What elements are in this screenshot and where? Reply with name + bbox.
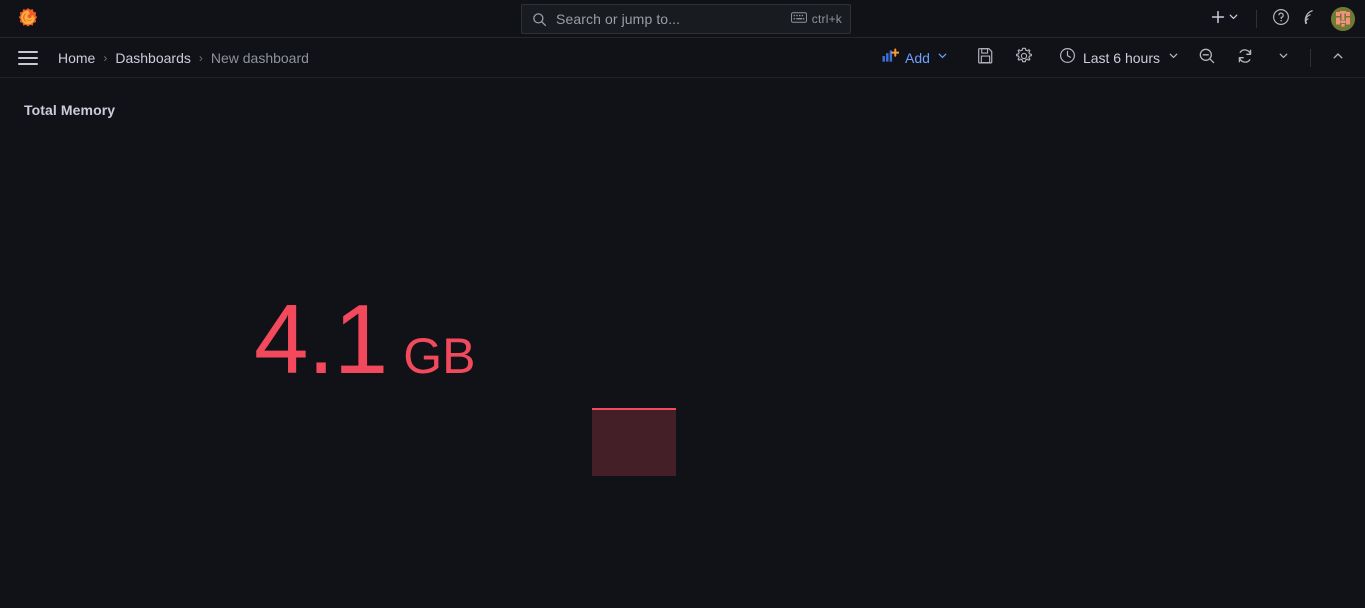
user-avatar[interactable]: [1331, 7, 1355, 31]
top-navigation-bar: Search or jump to... ctrl+k: [0, 0, 1365, 38]
breadcrumb-item-dashboards[interactable]: Dashboards: [115, 50, 191, 66]
stat-unit: GB: [403, 328, 476, 384]
hamburger-line: [18, 62, 38, 65]
time-range-label: Last 6 hours: [1082, 50, 1160, 66]
create-new-button[interactable]: [1204, 5, 1246, 33]
hamburger-line: [18, 56, 38, 59]
toolbar-divider: [1310, 49, 1311, 67]
refresh-dashboard-button[interactable]: [1230, 43, 1260, 73]
grafana-logo-button[interactable]: [0, 0, 56, 38]
search-shortcut-label: ctrl+k: [811, 12, 842, 26]
keyboard-icon: [790, 12, 807, 26]
breadcrumb-separator: ›: [103, 50, 108, 65]
add-panel-label: Add: [905, 50, 930, 66]
breadcrumb-item-current: New dashboard: [210, 49, 309, 66]
chevron-up-icon: [1331, 49, 1345, 68]
toolbar-actions: Add Last 6 hours: [874, 38, 1357, 78]
chevron-down-icon: [936, 49, 949, 67]
breadcrumb-item-home[interactable]: Home: [58, 50, 95, 66]
help-button[interactable]: [1267, 5, 1295, 33]
stat-value: 4.1: [254, 284, 388, 394]
gear-icon: [1015, 47, 1033, 70]
breadcrumb: Home › Dashboards › New dashboard: [58, 50, 309, 66]
zoom-out-icon: [1198, 47, 1216, 70]
topnav-divider: [1256, 10, 1257, 28]
clock-icon: [1059, 47, 1076, 69]
news-button[interactable]: [1295, 5, 1323, 33]
add-panel-button[interactable]: Add: [874, 44, 957, 72]
chevron-down-icon: [1167, 49, 1180, 67]
breadcrumb-separator: ›: [198, 50, 203, 65]
dashboard-settings-button[interactable]: [1009, 43, 1039, 73]
hamburger-line: [18, 50, 38, 53]
rss-news-icon: [1300, 8, 1318, 31]
plus-icon: [1210, 9, 1226, 30]
search-input-box[interactable]: Search or jump to... ctrl+k: [521, 4, 851, 34]
zoom-out-time-button[interactable]: [1192, 43, 1222, 73]
stat-sparkline-graph: [592, 408, 676, 476]
add-panel-icon: [882, 48, 900, 69]
dashboard-toolbar: Home › Dashboards › New dashboard Add La…: [0, 38, 1365, 78]
time-range-picker[interactable]: Last 6 hours: [1051, 44, 1188, 72]
save-disk-icon: [977, 47, 994, 69]
stat-panel-body: 4.1 GB: [0, 86, 1365, 608]
chevron-down-icon: [1277, 49, 1290, 67]
refresh-icon: [1236, 47, 1254, 70]
top-navigation-actions: [1204, 0, 1355, 38]
refresh-interval-dropdown[interactable]: [1268, 43, 1298, 73]
grafana-logo-icon: [17, 7, 39, 30]
grafana-app: Search or jump to... ctrl+k Home › Dashb…: [0, 0, 1365, 608]
search-input[interactable]: Search or jump to...: [556, 11, 791, 27]
collapse-toolbar-button[interactable]: [1323, 43, 1353, 73]
search-shortcut-badge: ctrl+k: [790, 12, 842, 26]
stat-value-container: 4.1 GB: [254, 284, 476, 394]
save-dashboard-button[interactable]: [971, 43, 1001, 73]
stat-panel[interactable]: Total Memory 4.1 GB: [0, 86, 1365, 608]
hamburger-menu-icon[interactable]: [8, 38, 48, 78]
chevron-down-icon: [1227, 10, 1240, 28]
search-icon: [532, 12, 547, 27]
help-circle-icon: [1272, 8, 1290, 31]
global-search[interactable]: Search or jump to... ctrl+k: [521, 4, 851, 34]
